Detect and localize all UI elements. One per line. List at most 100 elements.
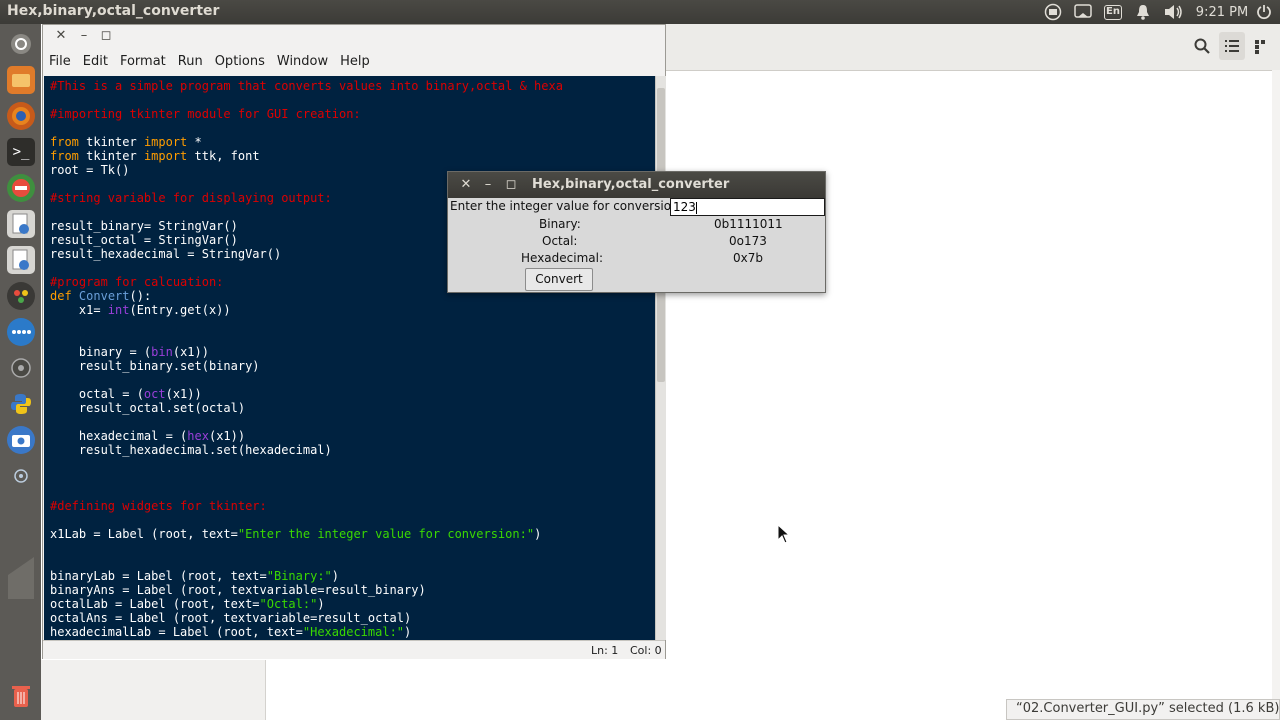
code-token: "Hexadecimal:"	[302, 625, 405, 639]
maximize-icon[interactable]: ◻	[99, 28, 113, 43]
app-icon[interactable]	[7, 282, 35, 310]
dialog-title: Hex,binary,octal_converter	[532, 177, 730, 192]
code-token: result_hexadecimal.set(hexadecimal)	[50, 443, 332, 457]
python-icon[interactable]	[7, 390, 35, 418]
menu-options[interactable]: Options	[209, 49, 271, 75]
code-token: root = Tk()	[50, 163, 130, 177]
search-icon[interactable]	[1194, 38, 1210, 58]
code-token: *	[187, 135, 202, 149]
software-updater-icon[interactable]	[1043, 3, 1063, 21]
code-token: oct	[143, 387, 166, 401]
chat-icon[interactable]	[7, 318, 35, 346]
power-settings-icon[interactable]	[1254, 3, 1274, 21]
vertical-scrollbar[interactable]	[655, 76, 666, 640]
code-token: ttk, font	[187, 149, 260, 163]
code-line: result_octal.set(octal)	[50, 401, 655, 415]
menu-window[interactable]: Window	[271, 49, 334, 75]
code-token: (x1))	[165, 387, 202, 401]
close-icon[interactable]: ✕	[54, 28, 68, 43]
code-line: hexadecimal = (hex(x1))	[50, 429, 655, 443]
menu-edit[interactable]: Edit	[77, 49, 114, 75]
code-line: x1= int(Entry.get(x))	[50, 303, 655, 317]
screen-icon[interactable]	[1073, 3, 1093, 21]
dialog-titlebar[interactable]: ✕ – ◻ Hex,binary,octal_converter	[448, 172, 825, 198]
code-line: from tkinter import *	[50, 135, 655, 149]
text-cursor	[695, 201, 697, 214]
code-token: #importing tkinter module for GUI creati…	[50, 107, 361, 121]
minimize-icon[interactable]: –	[77, 28, 91, 43]
code-token: hexadecimal = (	[50, 429, 188, 443]
list-view-button[interactable]	[1219, 32, 1245, 60]
terminal-icon[interactable]: >_	[7, 138, 35, 166]
text-editor-icon[interactable]	[7, 210, 35, 238]
code-token: result_binary= StringVar()	[50, 219, 238, 233]
code-token: (x1))	[172, 345, 209, 359]
files-icon[interactable]	[7, 66, 35, 94]
workspace-icon[interactable]	[0, 546, 41, 606]
column-indicator: Col: 0	[630, 644, 662, 657]
maximize-icon[interactable]: ◻	[504, 177, 518, 192]
dash-icon[interactable]	[7, 30, 35, 58]
menu-run[interactable]: Run	[172, 49, 209, 75]
code-line: hexadecimalLab = Label (root, text="Hexa…	[50, 625, 655, 639]
code-token: (x1))	[208, 429, 246, 443]
settings-icon[interactable]	[7, 174, 35, 202]
code-token: #This is a simple program that converts …	[50, 79, 563, 93]
close-icon[interactable]: ✕	[459, 177, 473, 192]
minimize-icon[interactable]: –	[481, 177, 495, 192]
active-window-title: Hex,binary,octal_converter	[7, 3, 220, 19]
volume-icon[interactable]	[1162, 3, 1186, 21]
text-editor-icon-2[interactable]	[7, 246, 35, 274]
menu-help[interactable]: Help	[334, 49, 376, 75]
code-editor[interactable]: #This is a simple program that converts …	[44, 76, 655, 640]
code-token: #program for calcuation:	[50, 275, 224, 289]
octal-result: 0o173	[729, 234, 767, 248]
code-token: (Entry.get(x))	[129, 303, 231, 317]
code-line: result_hexadecimal.set(hexadecimal)	[50, 443, 655, 457]
code-line: octal = (oct(x1))	[50, 387, 655, 401]
code-line: binaryAns = Label (root, textvariable=re…	[50, 583, 655, 597]
top-panel: Hex,binary,octal_converter En 9:21 PM	[0, 0, 1280, 24]
menu-format[interactable]: Format	[114, 49, 172, 75]
code-line: from tkinter import ttk, font	[50, 149, 655, 163]
code-token: bin	[151, 345, 173, 359]
trash-icon[interactable]	[7, 682, 35, 710]
code-line: binaryLab = Label (root, text="Binary:")	[50, 569, 655, 583]
network-icon[interactable]	[7, 462, 35, 490]
file-manager-scrollbar[interactable]	[1272, 70, 1280, 700]
disk-icon[interactable]	[7, 354, 35, 382]
line-indicator: Ln: 1	[591, 644, 619, 657]
code-token: import	[143, 149, 188, 163]
clock[interactable]: 9:21 PM	[1194, 3, 1250, 21]
menu-bar: File Edit Format Run Options Window Help	[43, 49, 665, 75]
code-line: #importing tkinter module for GUI creati…	[50, 107, 655, 121]
camera-icon[interactable]	[7, 426, 35, 454]
code-token: tkinter	[78, 149, 144, 163]
editor-titlebar[interactable]: ✕ – ◻	[43, 25, 665, 48]
grid-view-button[interactable]	[1255, 39, 1265, 58]
keyboard-layout-indicator[interactable]: En	[1103, 3, 1123, 21]
launcher: >_	[0, 24, 41, 720]
code-token: hex	[187, 429, 209, 443]
convert-button[interactable]: Convert	[525, 268, 593, 291]
notification-bell-icon[interactable]	[1133, 3, 1153, 21]
code-token: )	[534, 527, 542, 541]
menu-file[interactable]: File	[43, 49, 77, 75]
code-token: )	[331, 569, 340, 583]
code-token: import	[143, 135, 188, 149]
code-token: binary = (	[50, 345, 152, 359]
code-token: octalLab = Label (root, text=	[50, 597, 260, 611]
file-manager-status: “02.Converter_GUI.py” selected (1.6 kB)	[1006, 699, 1280, 720]
code-token: binaryLab = Label (root, text=	[50, 569, 267, 583]
code-token: def	[50, 289, 72, 303]
code-line: result_binary.set(binary)	[50, 359, 655, 373]
integer-input[interactable]: 123	[670, 198, 825, 216]
code-line: #This is a simple program that converts …	[50, 79, 655, 93]
firefox-icon[interactable]	[7, 102, 35, 130]
hexadecimal-result: 0x7b	[733, 251, 763, 265]
code-token: )	[404, 625, 412, 639]
